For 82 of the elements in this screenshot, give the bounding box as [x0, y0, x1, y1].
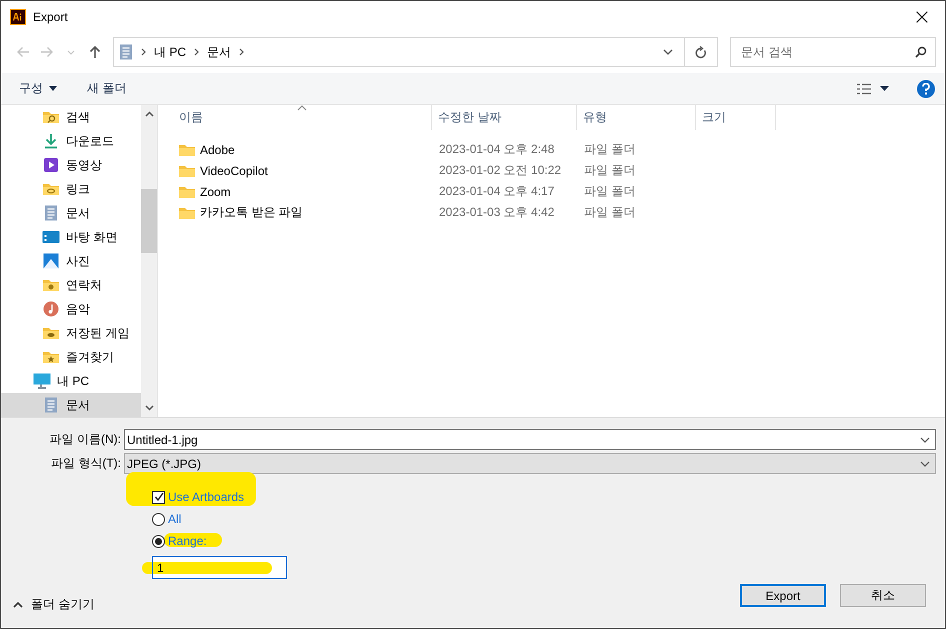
- nav-item[interactable]: 링크: [1, 177, 141, 201]
- file-name[interactable]: Zoom: [200, 184, 231, 198]
- column-header[interactable]: 이름: [158, 105, 432, 130]
- video-icon: [42, 157, 60, 173]
- app-logo-icon: [10, 9, 26, 25]
- organize-menu[interactable]: 구성: [19, 80, 57, 97]
- document-icon: [119, 44, 133, 60]
- scrollbar[interactable]: [141, 105, 157, 417]
- file-type-dropdown[interactable]: JPEG (*.JPG): [124, 453, 936, 474]
- caret-icon: [49, 86, 57, 91]
- nav-item[interactable]: 사진: [1, 249, 141, 273]
- breadcrumb[interactable]: 문서: [207, 44, 232, 60]
- column-header[interactable]: 유형: [577, 105, 696, 130]
- nav-item[interactable]: 저장된 게임: [1, 321, 141, 345]
- address-bar[interactable]: 내 PC 문서: [113, 37, 718, 67]
- nav-item[interactable]: 연락처: [1, 273, 141, 297]
- export-button[interactable]: Export: [740, 584, 826, 607]
- document-icon: [42, 397, 60, 413]
- radio-button[interactable]: [152, 534, 165, 548]
- field-label: 파일 형식(T):: [50, 455, 122, 472]
- radio-button[interactable]: [152, 512, 165, 526]
- folder-icon: [178, 142, 196, 156]
- nav-item[interactable]: 내 PC: [1, 369, 141, 393]
- table-cell-text: 2023-01-03 오후 4:42: [438, 204, 556, 221]
- file-name[interactable]: VideoCopilot: [200, 164, 268, 178]
- option-label[interactable]: Use Artboards: [168, 490, 244, 504]
- new-folder-button[interactable]: 새 폴더: [87, 80, 126, 97]
- table-cell-text: 파일 폴더: [583, 141, 636, 158]
- folder-icon: [178, 206, 196, 220]
- window-title: Export: [33, 10, 69, 24]
- star-folder-icon: [42, 350, 60, 364]
- column-header[interactable]: 크기: [696, 105, 776, 130]
- scroll-thumb[interactable]: [141, 189, 157, 253]
- nav-item[interactable]: 동영상: [1, 153, 141, 177]
- view-options-icon[interactable]: [856, 82, 889, 94]
- chevron-up-icon: [13, 602, 23, 608]
- option-label[interactable]: Range:: [168, 534, 207, 548]
- table-cell-text: 2023-01-04 오후 4:17: [438, 183, 556, 200]
- cancel-button[interactable]: 취소: [840, 584, 926, 607]
- link-folder-icon: [42, 182, 60, 196]
- field-label: 파일 이름(N):: [48, 431, 122, 448]
- file-name[interactable]: 카카오톡 받은 파일: [200, 204, 303, 221]
- games-folder-icon: [42, 326, 60, 340]
- table-cell-text: 파일 폴더: [583, 162, 636, 179]
- download-icon: [42, 133, 60, 149]
- music-icon: [42, 301, 60, 317]
- search-field[interactable]: 문서 검색: [730, 37, 936, 67]
- close-button[interactable]: ×: [899, 2, 945, 32]
- search-icon[interactable]: [915, 46, 927, 58]
- file-name-input[interactable]: Untitled-1.jpg: [127, 432, 915, 446]
- nav-item[interactable]: 문서: [1, 393, 141, 417]
- search-input[interactable]: 문서 검색: [739, 44, 915, 60]
- computer-icon: [33, 373, 51, 389]
- chevron-icon: [194, 48, 200, 56]
- nav-item[interactable]: 검색: [1, 105, 141, 129]
- contacts-folder-icon: [42, 278, 60, 292]
- photo-icon: [42, 253, 60, 269]
- file-name[interactable]: Adobe: [200, 142, 235, 156]
- nav-item[interactable]: 즐겨찾기: [1, 345, 141, 369]
- table-cell-text: 파일 폴더: [583, 183, 636, 200]
- nav-item[interactable]: 문서: [1, 201, 141, 225]
- checkbox[interactable]: [152, 490, 165, 504]
- nav-item[interactable]: 음악: [1, 297, 141, 321]
- chevron-icon: [239, 48, 244, 56]
- nav-item[interactable]: 바탕 화면: [1, 225, 141, 249]
- search-folder-icon: [42, 110, 60, 124]
- folder-icon: [178, 164, 196, 178]
- hide-folders-button[interactable]: 폴더 숨기기: [13, 596, 94, 613]
- option-label[interactable]: All: [168, 512, 182, 526]
- nav-item[interactable]: 다운로드: [1, 129, 141, 153]
- desktop-icon: [42, 230, 60, 244]
- help-icon[interactable]: [917, 80, 935, 98]
- file-name-combo-box[interactable]: Untitled-1.jpg: [124, 429, 936, 450]
- table-cell-text: 2023-01-02 오전 10:22: [438, 162, 562, 179]
- range-field[interactable]: 1: [152, 556, 287, 579]
- table-cell-text: 2023-01-04 오후 2:48: [438, 141, 556, 158]
- breadcrumb[interactable]: 내 PC: [154, 44, 186, 60]
- chevron-icon: [141, 48, 146, 56]
- table-cell-text: 파일 폴더: [583, 204, 636, 221]
- document-icon: [42, 205, 60, 221]
- folder-icon: [178, 184, 196, 198]
- column-header[interactable]: 수정한 날짜: [432, 105, 577, 130]
